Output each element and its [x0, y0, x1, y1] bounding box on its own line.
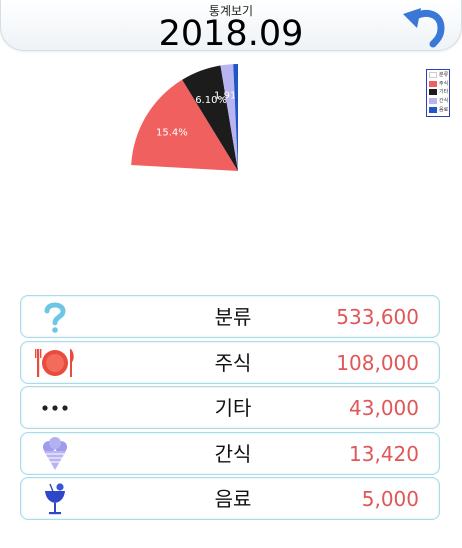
legend-label: 주식: [439, 80, 449, 87]
legend-label: 음료: [439, 106, 449, 113]
list-item[interactable]: 기타 43,000: [20, 386, 440, 429]
legend-swatch: [429, 98, 437, 105]
category-list: 분류 533,600 주식 108,000 기타 43,000 간식 13,42…: [20, 295, 440, 523]
cocktail-glass-icon: [35, 482, 75, 516]
undo-arrow-icon: [403, 8, 445, 48]
back-button[interactable]: [399, 4, 451, 48]
row-label: 음료: [214, 487, 252, 511]
row-value: 5,000: [361, 487, 419, 511]
pie-slice-label: 15.4%: [156, 127, 188, 138]
row-value: 13,420: [349, 441, 419, 466]
list-item[interactable]: 간식 13,420: [20, 431, 440, 475]
row-value: 43,000: [349, 396, 419, 420]
legend-item: 주식: [429, 80, 449, 89]
legend-swatch: [429, 89, 437, 96]
list-item[interactable]: 분류 533,600: [20, 295, 440, 338]
plate-fork-knife-icon: [35, 346, 75, 380]
row-label: 간식: [214, 441, 252, 466]
legend-label: 기타: [439, 89, 449, 96]
question-mark-icon: [35, 300, 75, 334]
legend-item: 음료: [429, 105, 449, 114]
legend-label: 간식: [439, 98, 449, 105]
list-item[interactable]: 음료 5,000: [20, 477, 440, 520]
ice-cream-cone-icon: [35, 436, 75, 471]
row-value: 533,600: [336, 305, 419, 329]
legend-item: 간식: [429, 97, 449, 106]
list-item[interactable]: 주식 108,000: [20, 340, 440, 384]
row-label: 주식: [214, 350, 252, 375]
pie-slice-label: 1.91%: [214, 90, 246, 101]
legend-item: 기타: [429, 88, 449, 97]
legend-item: 분류: [429, 71, 449, 80]
header-bar: 통계보기 2018.09: [0, 0, 462, 54]
legend-swatch: [429, 106, 437, 113]
pie-chart: 15.4% 6.10% 1.91%: [0, 52, 462, 302]
chart-legend: 분류 주식 기타 간식 음료: [426, 69, 450, 117]
pie-chart-svg: 15.4%6.10%1.91%: [131, 64, 346, 279]
ellipsis-dots-icon: [35, 391, 75, 425]
legend-swatch: [429, 72, 437, 79]
legend-swatch: [429, 80, 437, 87]
legend-label: 분류: [439, 72, 449, 79]
row-label: 분류: [214, 305, 252, 329]
row-value: 108,000: [336, 350, 419, 375]
page-title: 2018.09: [158, 14, 304, 54]
row-label: 기타: [214, 396, 252, 420]
